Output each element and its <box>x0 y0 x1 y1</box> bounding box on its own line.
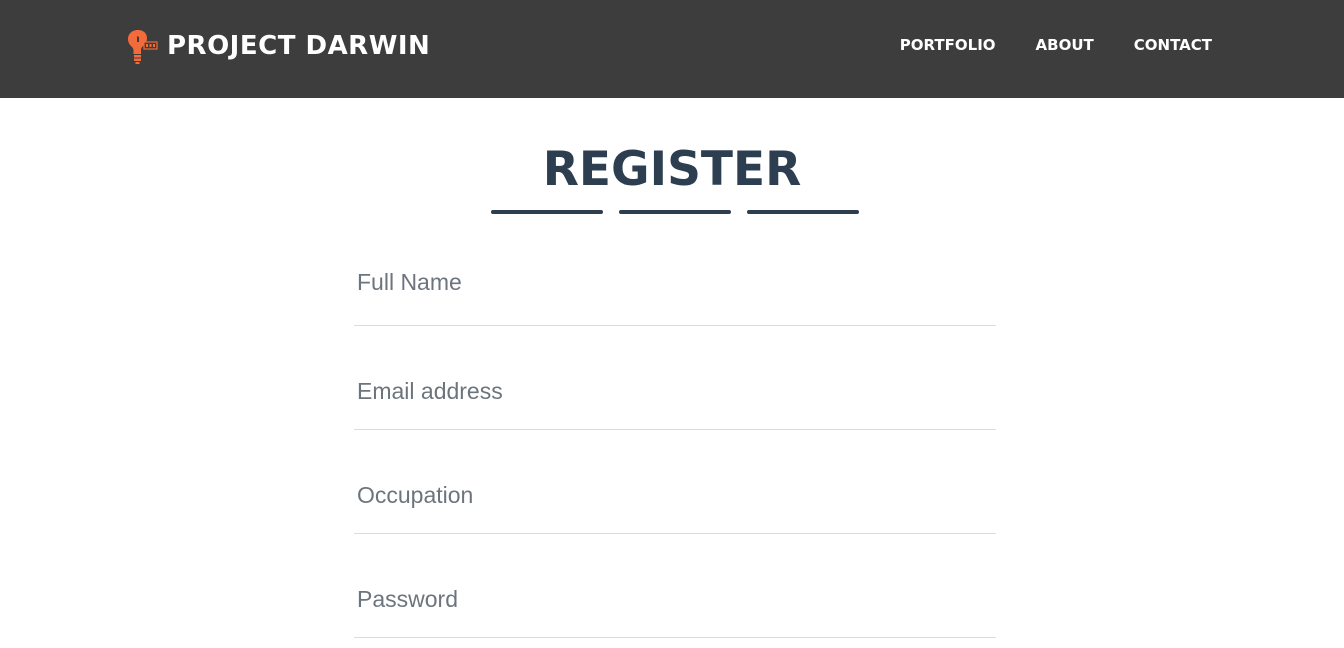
page-title: REGISTER <box>542 142 802 197</box>
email-field-group <box>354 325 996 430</box>
lightbulb-logo-icon <box>128 30 158 64</box>
password-input[interactable] <box>354 533 996 637</box>
register-form <box>354 239 996 638</box>
nav-link-portfolio[interactable]: PORTFOLIO <box>900 36 996 54</box>
title-divider-right <box>747 210 859 214</box>
title-divider-left <box>491 210 603 214</box>
email-input[interactable] <box>354 325 996 429</box>
nav-link-contact[interactable]: CONTACT <box>1134 36 1212 54</box>
main-nav: PORTFOLIO ABOUT CONTACT <box>860 36 1212 54</box>
occupation-field-group <box>354 429 996 534</box>
brand-link[interactable]: PROJECT DARWIN <box>128 27 430 65</box>
full-name-field-group <box>354 239 996 326</box>
nav-link-about[interactable]: ABOUT <box>1036 36 1094 54</box>
top-navbar: PROJECT DARWIN PORTFOLIO ABOUT CONTACT <box>0 0 1344 98</box>
brand-name: PROJECT DARWIN <box>167 31 431 61</box>
title-divider-center <box>619 210 731 214</box>
full-name-input[interactable] <box>354 239 996 325</box>
password-field-group <box>354 533 996 638</box>
occupation-input[interactable] <box>354 429 996 533</box>
